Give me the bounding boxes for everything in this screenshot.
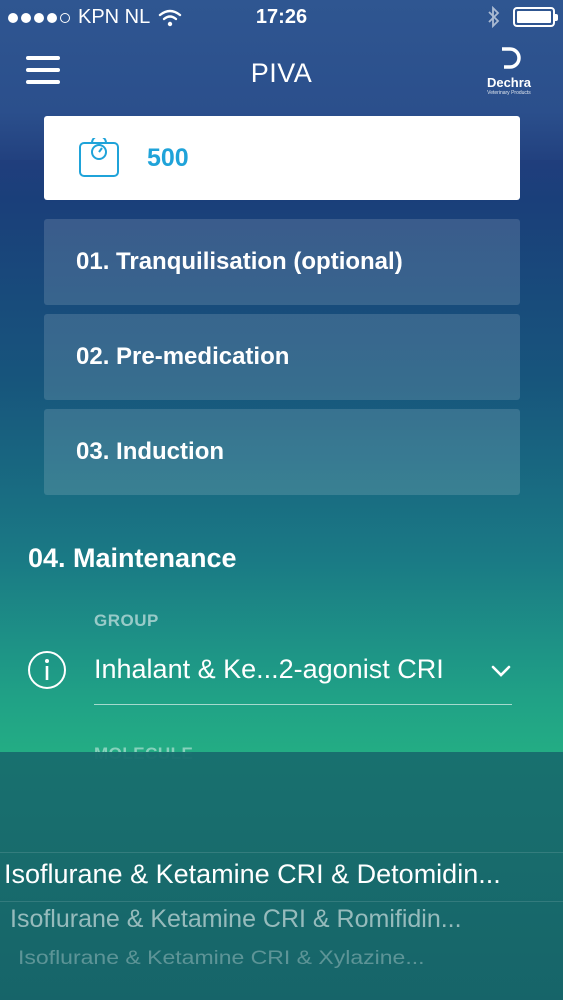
group-label: GROUP (94, 611, 159, 630)
picker-item[interactable]: Isoflurane & Ketamine CRI & Romifidin... (10, 905, 563, 934)
chevron-down-icon[interactable] (490, 660, 512, 682)
clock: 17:26 (255, 6, 308, 28)
status-bar: KPN NL 17:26 (0, 0, 563, 36)
step-induction[interactable]: 03. Induction (44, 409, 520, 495)
step-pre-medication[interactable]: 02. Pre-medication (44, 314, 520, 400)
status-right (487, 6, 558, 28)
weight-value: 500 (147, 144, 189, 172)
dechra-logo: Dechra Veterinary Products (481, 46, 537, 100)
scale-icon (79, 138, 119, 177)
molecule-picker[interactable]: Isoflurane & Ketamine CRI & Detomidin...… (0, 752, 563, 1000)
page-title: PIVA (250, 58, 313, 88)
group-select[interactable]: Inhalant & Ke...2-agonist CRI (94, 654, 444, 685)
step-tranquilisation[interactable]: 01. Tranquilisation (optional) (44, 219, 520, 305)
maintenance-title: 04. Maintenance (28, 543, 237, 573)
picker-item-selected[interactable]: Isoflurane & Ketamine CRI & Detomidin... (4, 859, 563, 890)
weight-input[interactable]: 500 (44, 116, 520, 200)
logo-name: Dechra (486, 75, 532, 90)
bluetooth-icon (488, 6, 500, 28)
info-icon[interactable] (27, 650, 67, 690)
group-divider (94, 704, 512, 705)
picker-item[interactable]: Isoflurane & Ketamine CRI & Xylazine... (18, 946, 563, 969)
logo-subtitle: Veterinary Products (487, 90, 531, 96)
dechra-logo-icon (502, 47, 521, 69)
battery-icon (513, 7, 558, 27)
navigation-bar: PIVA Dechra Veterinary Products (0, 40, 563, 110)
